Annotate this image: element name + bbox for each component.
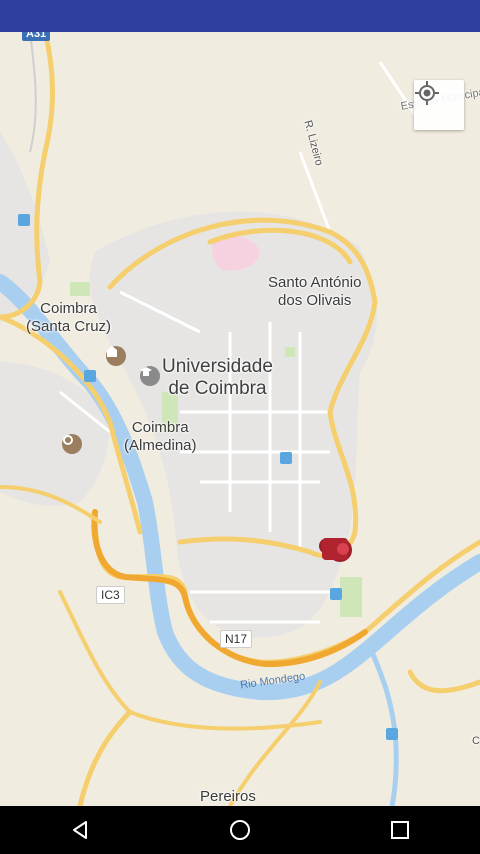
home-icon: [230, 820, 250, 840]
status-bar: [0, 0, 480, 32]
place-label-almedina: Coimbra (Almedina): [124, 419, 197, 454]
transit-stop-icon[interactable]: [84, 370, 96, 382]
road-tag-n17: N17: [220, 630, 253, 648]
transit-stop-icon[interactable]: [330, 588, 342, 600]
recents-icon: [391, 821, 409, 839]
location-marker-icon: [319, 538, 352, 562]
place-label-universidade: Universidade de Coimbra: [162, 356, 273, 399]
road-label-edge-right: C: [472, 735, 480, 747]
home-button[interactable]: [210, 806, 270, 854]
back-button[interactable]: [50, 806, 110, 854]
map-view[interactable]: A31 R. Lizeiro Estrada Municipal da R C …: [0, 32, 480, 806]
landmark-icon[interactable]: [106, 346, 126, 366]
university-icon[interactable]: [140, 366, 160, 386]
back-icon: [73, 821, 87, 839]
road-shield-a31: A31: [22, 32, 51, 41]
transit-stop-icon[interactable]: [386, 728, 398, 740]
navigation-bar: [0, 806, 480, 854]
transit-stop-icon[interactable]: [18, 214, 30, 226]
place-label-pereiros: Pereiros: [200, 788, 256, 805]
recents-button[interactable]: [370, 806, 430, 854]
my-location-button[interactable]: [414, 80, 464, 130]
museum-icon[interactable]: [62, 434, 82, 454]
road-tag-ic3: IC3: [96, 586, 125, 604]
transit-stop-icon[interactable]: [280, 452, 292, 464]
my-location-icon: [415, 81, 439, 105]
place-label-santo-antonio: Santo António dos Olivais: [268, 274, 362, 309]
place-label-santa-cruz: Coimbra (Santa Cruz): [26, 300, 112, 335]
